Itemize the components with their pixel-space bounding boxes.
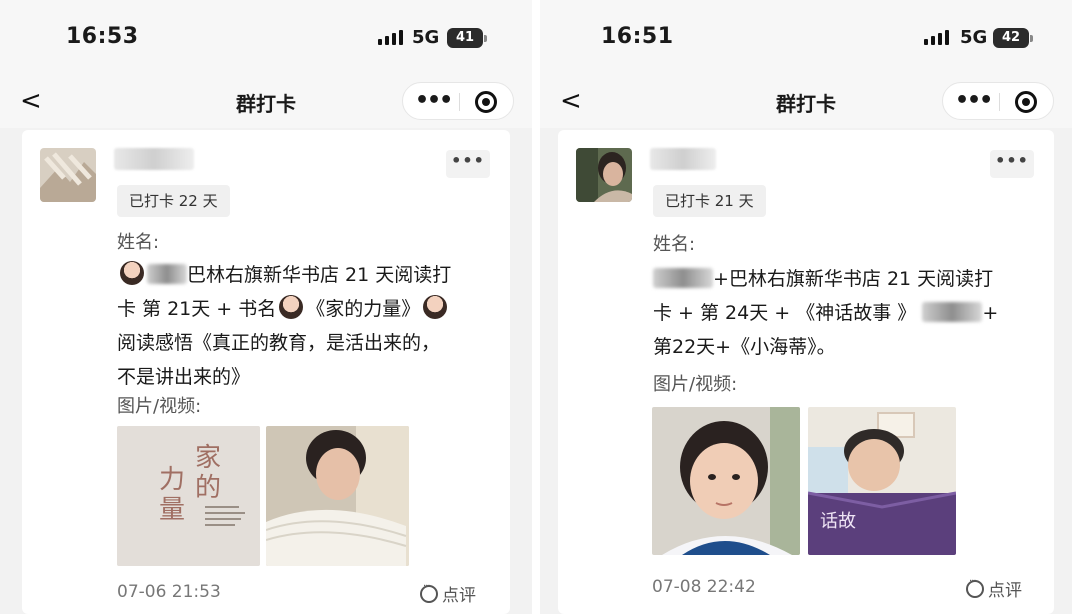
content-line-2: 卡 + 第 24天 + 《神话故事 》 + [653, 302, 999, 324]
network-label: 5G [960, 27, 988, 48]
battery-icon: 41 [447, 28, 483, 48]
capsule-divider [459, 93, 460, 111]
more-icon[interactable]: ••• [415, 90, 453, 112]
redacted-name [653, 268, 713, 288]
comment-icon [420, 581, 438, 603]
svg-text:的: 的 [195, 473, 221, 503]
checkin-days-badge: 已打卡 21 天 [653, 185, 766, 217]
battery-icon: 42 [993, 28, 1029, 48]
photo-boy-reading[interactable]: 话故 [808, 407, 956, 555]
content-line-4: 不是讲出来的》 [117, 366, 251, 388]
status-time: 16:53 [66, 24, 139, 49]
content-line-3: 阅读感悟《真正的教育，是活出来的， [117, 332, 441, 354]
close-circle-icon[interactable] [475, 91, 497, 113]
avatar[interactable] [576, 148, 632, 202]
avatar[interactable] [40, 148, 96, 202]
status-bar: 16:53 5G 41 [0, 0, 532, 76]
left-phone-screen: 16:53 5G 41 < 群打卡 ••• ••• 已打卡 22 天 姓名: 巴… [0, 0, 532, 614]
close-circle-icon[interactable] [1015, 91, 1037, 113]
capsule-divider [999, 93, 1000, 111]
comment-button[interactable]: 点评 [420, 581, 476, 606]
woman-emoji-icon [423, 295, 448, 319]
svg-text:量: 量 [159, 495, 185, 525]
signal-icon [924, 30, 949, 45]
post-options-button[interactable]: ••• [446, 150, 490, 178]
media-label: 图片/视频: [117, 396, 202, 417]
nav-bar: < 群打卡 ••• [540, 76, 1072, 128]
content-line-1: +巴林右旗新华书店 21 天阅读打 [653, 262, 1041, 296]
mini-program-capsule: ••• [942, 82, 1054, 120]
woman-emoji-icon [120, 261, 144, 285]
post-timestamp: 07-08 22:42 [652, 577, 756, 597]
content-line-3: 第22天+《小海蒂》。 [653, 336, 836, 358]
woman-emoji-icon [279, 295, 304, 319]
nav-bar: < 群打卡 ••• [0, 76, 532, 128]
photo-book-cover[interactable]: 家 的 力 量 [117, 426, 260, 566]
content-line-2: 卡 第 21天 + 书名 《家的力量》 [117, 292, 497, 326]
comment-button[interactable]: 点评 [966, 576, 1022, 601]
battery-cap [1030, 35, 1033, 42]
network-label: 5G [412, 27, 440, 48]
username-blurred [114, 148, 194, 170]
status-time: 16:51 [601, 24, 674, 49]
name-label: 姓名: [117, 232, 160, 253]
checkin-days-badge: 已打卡 22 天 [117, 185, 230, 217]
more-icon[interactable]: ••• [955, 90, 993, 112]
username-blurred [650, 148, 716, 170]
checkin-post-card: ••• 已打卡 21 天 姓名: +巴林右旗新华书店 21 天阅读打 卡 + 第… [558, 130, 1054, 614]
post-content: 巴林右旗新华书店 21 天阅读打 卡 第 21天 + 书名 《家的力量》 阅读感悟… [117, 258, 497, 394]
post-timestamp: 07-06 21:53 [117, 582, 221, 602]
battery-cap [484, 35, 487, 42]
redacted-name [922, 302, 983, 322]
signal-icon [378, 30, 403, 45]
photo-girl-reading[interactable] [652, 407, 800, 555]
post-options-button[interactable]: ••• [990, 150, 1034, 178]
media-label: 图片/视频: [653, 374, 738, 395]
post-content: +巴林右旗新华书店 21 天阅读打 卡 + 第 24天 + 《神话故事 》 + … [653, 262, 1041, 364]
svg-text:家: 家 [195, 443, 221, 473]
svg-text:话故: 话故 [820, 511, 856, 532]
content-line-1: 巴林右旗新华书店 21 天阅读打 [117, 258, 497, 292]
name-label: 姓名: [653, 234, 696, 255]
status-bar: 16:51 5G 42 [540, 0, 1072, 76]
mini-program-capsule: ••• [402, 82, 514, 120]
right-phone-screen: 16:51 5G 42 < 群打卡 ••• ••• 已打卡 21 天 姓名: +… [540, 0, 1072, 614]
comment-icon [966, 576, 984, 598]
photo-reading-parent[interactable] [266, 426, 409, 566]
redacted-name [147, 264, 187, 284]
checkin-post-card: ••• 已打卡 22 天 姓名: 巴林右旗新华书店 21 天阅读打 卡 第 21… [22, 130, 510, 614]
svg-text:力: 力 [159, 465, 185, 495]
